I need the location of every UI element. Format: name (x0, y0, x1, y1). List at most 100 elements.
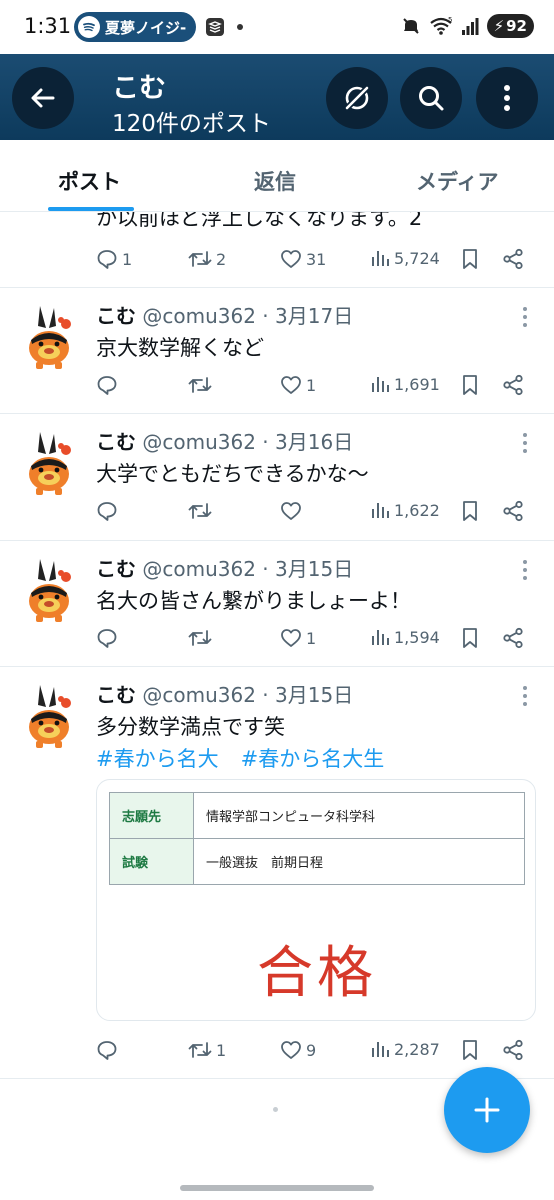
bookmark-icon (463, 1040, 477, 1060)
repost-button[interactable] (188, 374, 216, 396)
search-icon (419, 86, 444, 111)
gesture-home-bar[interactable] (180, 1185, 374, 1191)
reply-button[interactable] (96, 1039, 122, 1061)
reply-button[interactable] (96, 374, 122, 396)
hashtag-link[interactable]: #春から名大 (96, 747, 219, 771)
display-name[interactable]: こむ (96, 683, 136, 707)
share-icon (503, 1039, 523, 1061)
share-button[interactable] (502, 627, 524, 649)
like-button[interactable]: 31 (280, 248, 326, 270)
grok-button[interactable] (326, 67, 388, 129)
separator-dot: · (262, 557, 269, 581)
like-button[interactable]: 9 (280, 1039, 316, 1061)
tweet-text: か以前ほど浮上しなくなります。2 (96, 212, 423, 230)
repost-button[interactable]: 2 (188, 248, 226, 270)
avatar[interactable] (22, 555, 76, 625)
user-handle[interactable]: @comu362 (142, 557, 256, 581)
wifi-icon: 5 (429, 16, 452, 35)
bookmark-button[interactable] (460, 248, 480, 270)
tweet-more-icon[interactable] (522, 432, 528, 454)
repost-button[interactable]: 1 (188, 1039, 226, 1061)
tweet[interactable]: こむ @comu362 · 3月15日 多分数学満点です笑 #春から名大 #春から… (0, 667, 554, 1079)
fire-pig-avatar-icon (29, 685, 71, 748)
back-button[interactable] (12, 67, 74, 129)
reply-button[interactable] (96, 627, 122, 649)
share-button[interactable] (502, 500, 524, 522)
tweet[interactable]: か以前ほど浮上しなくなります。2 1 2 31 5,724 (0, 212, 554, 288)
view-count: 5,724 (394, 248, 440, 268)
heart-icon (281, 1041, 301, 1059)
notification-dot (237, 24, 243, 30)
like-button[interactable]: 1 (280, 374, 316, 396)
tab-posts[interactable]: ポスト (58, 166, 121, 196)
views-button[interactable]: 1,622 (370, 500, 440, 520)
attached-image[interactable]: 志願先 情報学部コンピュータ科学科 試験 一般選抜 前期日程 合格 (96, 779, 536, 1021)
heart-icon (281, 502, 301, 520)
tweet[interactable]: こむ @comu362 · 3月15日 名大の皆さん繋がりましょーよ！ 1 1,… (0, 541, 554, 667)
media-pill[interactable]: 夏夢ノイジ- (74, 12, 196, 42)
like-button[interactable] (280, 500, 306, 522)
views-button[interactable]: 5,724 (370, 248, 440, 268)
repost-count: 1 (216, 1040, 227, 1060)
tweet-actions: 1 9 2,287 (96, 1039, 536, 1065)
share-button[interactable] (502, 1039, 524, 1061)
status-icons: 5 ⚡ 92 (401, 14, 534, 38)
views-button[interactable]: 1,691 (370, 374, 440, 394)
tweet[interactable]: こむ @comu362 · 3月17日 京大数学解くなど 1 1,691 (0, 288, 554, 414)
avatar[interactable] (22, 302, 76, 372)
views-button[interactable]: 2,287 (370, 1039, 440, 1059)
bookmark-button[interactable] (460, 627, 480, 649)
tweet[interactable]: こむ @comu362 · 3月16日 大学でともだちできるかな～ 1,622 (0, 414, 554, 541)
view-count: 2,287 (394, 1039, 440, 1059)
avatar[interactable] (22, 428, 76, 498)
repost-button[interactable] (188, 500, 216, 522)
arrow-left-icon (31, 88, 55, 108)
reply-button[interactable] (96, 500, 122, 522)
display-name[interactable]: こむ (96, 304, 136, 328)
reply-button[interactable]: 1 (96, 248, 132, 270)
reply-icon (97, 502, 117, 521)
views-button[interactable]: 1,594 (370, 627, 440, 647)
avatar[interactable] (22, 681, 76, 751)
tweet-date[interactable]: 3月16日 (275, 430, 353, 454)
tweet-text: 多分数学満点です笑 (96, 715, 285, 739)
separator-dot: · (262, 683, 269, 707)
tweet-text: 京大数学解くなど (96, 336, 264, 360)
user-handle[interactable]: @comu362 (142, 430, 256, 454)
tweet-text: 大学でともだちできるかな～ (96, 462, 369, 486)
tweet-actions: 1 1,691 (96, 374, 536, 400)
share-button[interactable] (502, 248, 524, 270)
tweet-more-icon[interactable] (522, 685, 528, 707)
bookmark-button[interactable] (460, 374, 480, 396)
tweet-date[interactable]: 3月15日 (275, 683, 353, 707)
tweet-date[interactable]: 3月15日 (275, 557, 353, 581)
tweet-date[interactable]: 3月17日 (275, 304, 353, 328)
tweet-more-icon[interactable] (522, 559, 528, 581)
user-handle[interactable]: @comu362 (142, 683, 256, 707)
hashtag-link[interactable]: #春から名大生 (241, 747, 385, 771)
table-value: 一般選抜 前期日程 (193, 838, 525, 885)
display-name[interactable]: こむ (96, 557, 136, 581)
like-button[interactable]: 1 (280, 627, 316, 649)
views-chart-icon (372, 377, 389, 392)
share-button[interactable] (502, 374, 524, 396)
heart-icon (281, 376, 301, 394)
profile-tabs: ポスト 返信 メディア (0, 140, 554, 212)
bookmark-icon (463, 249, 477, 269)
page-indicator-dot (273, 1107, 278, 1112)
bookmark-button[interactable] (460, 500, 480, 522)
repost-icon (188, 251, 212, 267)
display-name[interactable]: こむ (96, 430, 136, 454)
tab-replies[interactable]: 返信 (254, 166, 296, 196)
repost-button[interactable] (188, 627, 216, 649)
search-button[interactable] (400, 67, 462, 129)
more-options-button[interactable] (476, 67, 538, 129)
view-count: 1,594 (394, 627, 440, 647)
user-handle[interactable]: @comu362 (142, 304, 256, 328)
tab-media[interactable]: メディア (416, 166, 499, 196)
tweet-more-icon[interactable] (522, 306, 528, 328)
bookmark-button[interactable] (460, 1039, 480, 1061)
reply-icon (97, 629, 117, 648)
vertical-dots-icon (504, 85, 510, 111)
compose-post-button[interactable] (444, 1067, 530, 1153)
